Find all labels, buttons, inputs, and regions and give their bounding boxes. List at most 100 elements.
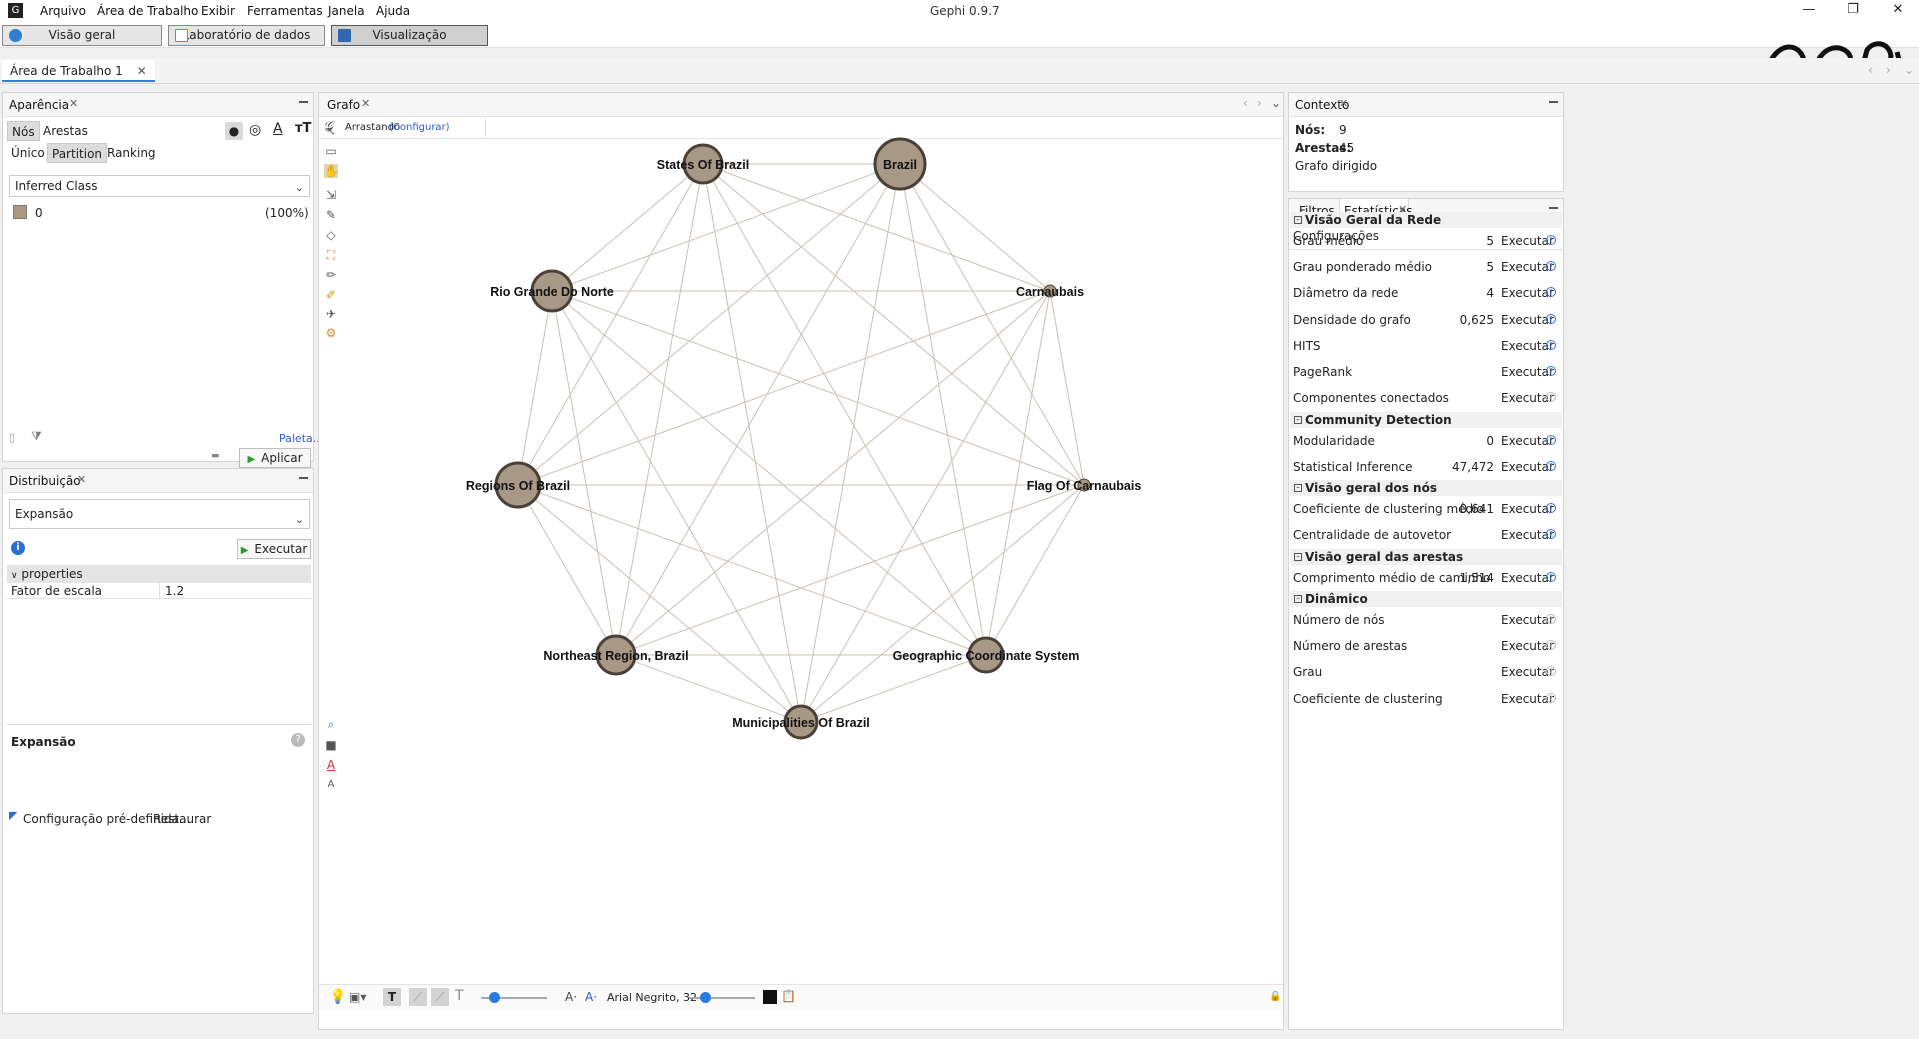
help-icon[interactable]: ? xyxy=(1546,572,1556,582)
stats-section-header[interactable]: – Dinâmico xyxy=(1290,591,1562,607)
attribute-select[interactable]: Inferred Class ⌄ xyxy=(9,175,310,197)
menu-arquivo[interactable]: Arquivo xyxy=(40,4,86,18)
edge-weight-slider-thumb[interactable] xyxy=(489,992,500,1003)
restore-icon[interactable]: ❐ xyxy=(1833,0,1873,22)
tab-nodes[interactable]: Nós xyxy=(7,121,40,141)
menu-exibir[interactable]: Exibir xyxy=(201,4,235,18)
size-icon[interactable]: ◎ xyxy=(249,122,261,138)
graph-tab[interactable]: Grafo xyxy=(327,98,360,112)
font-decrease-icon[interactable]: A· xyxy=(565,990,577,1004)
paint-bucket-icon[interactable]: ⛶ xyxy=(324,248,338,262)
partition-color-swatch[interactable] xyxy=(13,205,27,219)
property-value[interactable]: 1.2 xyxy=(165,584,184,598)
apply-button[interactable]: ▶ Aplicar xyxy=(239,448,311,468)
help-icon[interactable]: ? xyxy=(1546,339,1556,350)
workspace-tab[interactable]: Área de Trabalho 1 ✕ xyxy=(2,60,155,82)
chevron-right-icon[interactable]: › xyxy=(1886,63,1891,77)
font-size-slider[interactable] xyxy=(689,997,755,999)
properties-header[interactable]: ∨ properties xyxy=(7,565,311,583)
zoom-fit-icon[interactable]: ⌕ xyxy=(324,717,338,731)
help-icon[interactable]: ? xyxy=(291,733,305,747)
minimize-icon[interactable]: — xyxy=(1789,0,1829,22)
help-icon[interactable]: ? xyxy=(1546,313,1556,324)
minimize-icon[interactable] xyxy=(1549,101,1558,103)
help-icon[interactable]: ? xyxy=(1546,503,1556,513)
tab-partition[interactable]: Partition xyxy=(47,143,108,163)
chevron-left-icon[interactable]: ‹ xyxy=(1243,96,1248,110)
font-color-icon[interactable]: A· xyxy=(585,990,597,1004)
mode-overview-button[interactable]: Visão geral xyxy=(2,25,162,46)
help-icon[interactable]: ? xyxy=(1546,692,1556,703)
label-size-icon[interactable]: тT xyxy=(295,121,311,136)
chevron-down-icon[interactable]: ⌄ xyxy=(1271,96,1281,110)
label-mode-icon[interactable]: T xyxy=(455,988,464,1004)
mode-preview-button[interactable]: Visualização xyxy=(331,25,488,46)
layout-select[interactable]: Expansão ⌄ xyxy=(9,499,310,529)
lock-icon[interactable]: 🔒 xyxy=(1269,991,1281,1002)
stats-section-header[interactable]: – Visão Geral da Rede xyxy=(1290,212,1562,228)
run-layout-button[interactable]: ▶ Executar xyxy=(237,539,311,559)
minimize-icon[interactable] xyxy=(299,101,308,103)
restore-link[interactable]: Restaurar xyxy=(153,812,211,826)
stats-section-header[interactable]: – Visão geral das arestas xyxy=(1290,549,1562,565)
menu-ajuda[interactable]: Ajuda xyxy=(376,4,410,18)
font-label[interactable]: Arial Negrito, 32 xyxy=(607,991,697,1004)
show-edges-icon[interactable]: ⟋ xyxy=(409,988,427,1006)
show-labels-icon[interactable]: T xyxy=(383,988,401,1006)
collapse-icon[interactable]: – xyxy=(1294,416,1302,424)
palette-link[interactable]: Paleta... xyxy=(279,432,323,445)
graph-canvas[interactable]: States Of Brazil Brazil Rio Grande Do Nort… xyxy=(344,118,1280,800)
collapse-icon[interactable]: – xyxy=(1294,216,1302,224)
clipboard-icon[interactable]: 📋 xyxy=(781,989,796,1003)
filter-icon[interactable]: ⧩ xyxy=(31,429,42,444)
help-icon[interactable]: ? xyxy=(1546,235,1556,245)
menu-janela[interactable]: Janela xyxy=(328,4,365,18)
pencil-icon[interactable]: ✏ xyxy=(324,268,338,282)
close-icon[interactable]: ✕ xyxy=(137,64,147,78)
copy-icon[interactable]: ▯ xyxy=(9,431,15,444)
menu-area-de-trabalho[interactable]: Área de Trabalho xyxy=(97,4,198,18)
stats-section-header[interactable]: – Community Detection xyxy=(1290,412,1562,428)
collapse-icon[interactable]: – xyxy=(1294,553,1302,561)
screenshot-icon[interactable]: ▣▾ xyxy=(349,990,366,1004)
help-icon[interactable]: ? xyxy=(1546,435,1556,445)
background-color-icon[interactable]: ■ xyxy=(324,738,338,752)
tab-unique[interactable]: Único xyxy=(7,143,49,163)
direct-select-icon[interactable]: ⇲ xyxy=(324,188,338,202)
help-icon[interactable]: ? xyxy=(1546,366,1556,376)
menu-ferramentas[interactable]: Ferramentas xyxy=(247,4,323,18)
close-icon[interactable]: ✕ xyxy=(1878,0,1918,22)
airplane-icon[interactable]: ✈ xyxy=(324,307,338,321)
label-color-icon[interactable]: A xyxy=(324,758,338,772)
tab-edges[interactable]: Arestas xyxy=(39,121,92,141)
chevron-down-icon[interactable]: ⌄ xyxy=(1904,63,1914,77)
close-icon[interactable]: ✕ xyxy=(69,97,78,110)
close-icon[interactable]: ✕ xyxy=(1339,97,1348,110)
collapse-icon[interactable]: – xyxy=(1294,484,1302,492)
label-size-icon[interactable]: A xyxy=(324,778,338,792)
label-color-swatch[interactable] xyxy=(763,990,777,1004)
help-icon[interactable]: ? xyxy=(1546,614,1556,624)
tab-ranking[interactable]: Ranking xyxy=(103,143,160,163)
select-cursor-icon[interactable]: ↖ xyxy=(324,124,338,138)
info-icon[interactable]: i xyxy=(11,541,25,555)
mode-data-lab-button[interactable]: Laboratório de dados xyxy=(168,25,325,46)
drag-hand-icon[interactable]: ✋ xyxy=(324,164,339,178)
edge-color-icon[interactable]: ⟋ xyxy=(431,988,449,1006)
palette-icon[interactable]: ● xyxy=(225,122,243,140)
appearance-tab[interactable]: Aparência xyxy=(9,98,69,112)
collapse-icon[interactable]: ▬ xyxy=(211,451,220,461)
lightbulb-icon[interactable]: 💡 xyxy=(329,989,346,1005)
rectangle-select-icon[interactable]: ▭ xyxy=(324,144,338,158)
minimize-icon[interactable] xyxy=(299,477,308,479)
brush-icon[interactable]: ✎ xyxy=(324,208,338,222)
settings-gear-icon[interactable]: ⚙ xyxy=(324,326,338,340)
minimize-icon[interactable] xyxy=(1549,207,1558,209)
close-icon[interactable]: ✕ xyxy=(361,97,370,110)
layout-tab[interactable]: Distribuição xyxy=(9,474,81,488)
label-color-icon[interactable]: A xyxy=(273,121,283,137)
font-size-slider-thumb[interactable] xyxy=(700,992,711,1003)
chevron-left-icon[interactable]: ‹ xyxy=(1868,63,1873,77)
stats-section-header[interactable]: – Visão geral dos nós xyxy=(1290,480,1562,496)
property-row[interactable]: Fator de escala 1.2 xyxy=(7,583,311,599)
